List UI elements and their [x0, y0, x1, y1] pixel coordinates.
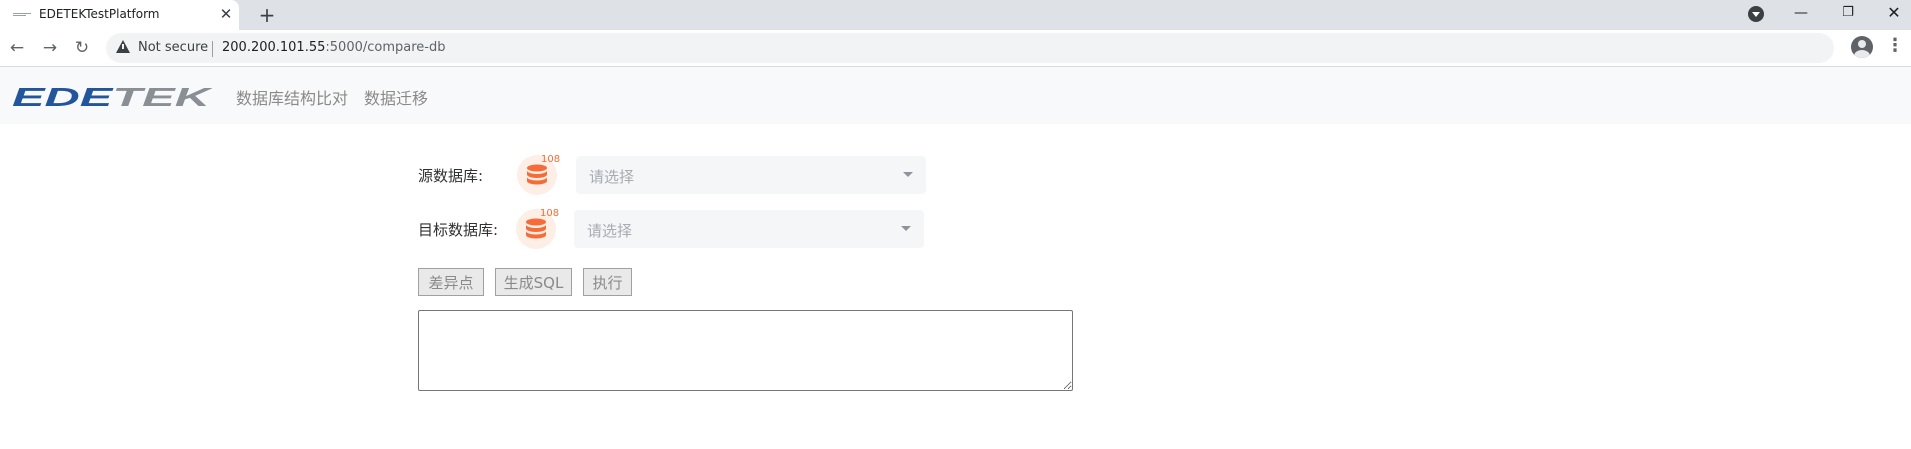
tab-favicon-icon: [13, 13, 31, 17]
source-db-select[interactable]: 请选择: [576, 156, 926, 194]
app-navbar: EDE TEK 数据库结构比对 数据迁移: [0, 67, 1911, 124]
source-db-icon-wrap[interactable]: 108: [517, 154, 561, 195]
omnibox-divider: [212, 41, 213, 57]
tab-search-icon[interactable]: [1748, 6, 1764, 22]
logo-letters-gray: TEK: [112, 87, 212, 109]
address-bar[interactable]: Not secure 200.200.101.55:5000/compare-d…: [106, 33, 1834, 63]
target-db-badge: 108: [540, 208, 560, 219]
reload-icon[interactable]: ↻: [68, 34, 96, 62]
target-db-placeholder: 请选择: [587, 222, 633, 240]
browser-menu-icon[interactable]: ⋮: [1886, 36, 1904, 58]
url-host: 200.200.101.55: [222, 40, 326, 55]
browser-toolbar: ← → ↻ Not secure 200.200.101.55:5000/com…: [0, 30, 1911, 67]
browser-tabstrip: EDETEKTestPlatform ✕ + — ❐ ✕: [0, 0, 1911, 30]
browser-tab[interactable]: EDETEKTestPlatform ✕: [0, 0, 239, 30]
warning-icon: [116, 40, 130, 53]
source-db-placeholder: 请选择: [589, 168, 635, 186]
svg-text:EDETEK: EDE TEK: [12, 87, 212, 109]
url-text[interactable]: 200.200.101.55:5000/compare-db: [222, 40, 445, 55]
sql-result-textarea[interactable]: [418, 310, 1073, 391]
security-label[interactable]: Not secure: [138, 40, 208, 55]
tab-close-icon[interactable]: ✕: [216, 4, 236, 24]
source-db-badge: 108: [541, 154, 561, 165]
generate-sql-button[interactable]: 生成SQL: [495, 268, 572, 296]
tab-title: EDETEKTestPlatform: [39, 7, 160, 21]
restore-button[interactable]: ❐: [1828, 0, 1868, 28]
profile-avatar-icon[interactable]: [1851, 36, 1873, 58]
target-db-icon-wrap[interactable]: 108: [516, 208, 560, 249]
target-db-label: 目标数据库:: [418, 221, 499, 239]
forward-arrow-icon[interactable]: →: [36, 34, 64, 62]
diff-button[interactable]: 差异点: [418, 268, 484, 296]
nav-data-migration[interactable]: 数据迁移: [364, 85, 428, 109]
minimize-button[interactable]: —: [1781, 0, 1821, 28]
source-db-label: 源数据库:: [418, 167, 484, 185]
execute-button[interactable]: 执行: [583, 268, 632, 296]
back-arrow-icon[interactable]: ←: [3, 34, 31, 62]
url-path: :5000/compare-db: [325, 40, 446, 55]
logo-letters-blue: EDE: [12, 87, 114, 109]
nav-db-structure-compare[interactable]: 数据库结构比对: [236, 85, 348, 109]
caret-down-icon: [903, 172, 913, 177]
new-tab-button[interactable]: +: [254, 2, 280, 28]
target-db-select[interactable]: 请选择: [574, 210, 924, 248]
caret-down-icon: [901, 226, 911, 231]
close-window-button[interactable]: ✕: [1874, 0, 1911, 28]
edetek-logo[interactable]: EDE TEK: [12, 87, 212, 109]
